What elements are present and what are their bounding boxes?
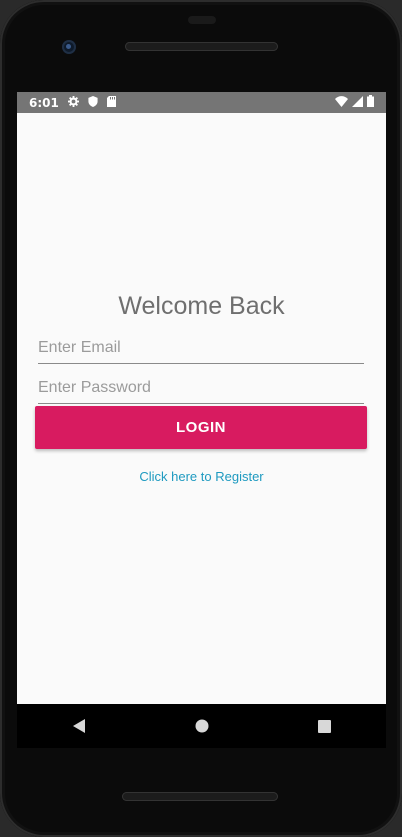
register-link[interactable]: Click here to Register xyxy=(17,469,386,484)
gear-icon xyxy=(67,95,79,110)
login-button[interactable]: LOGIN xyxy=(35,406,367,449)
earpiece-speaker xyxy=(125,42,278,51)
battery-icon xyxy=(367,95,374,110)
password-field[interactable] xyxy=(38,375,364,404)
status-time: 6:01 xyxy=(29,95,59,110)
email-field[interactable] xyxy=(38,335,364,364)
recents-icon[interactable] xyxy=(305,706,345,746)
sd-card-icon xyxy=(106,95,116,110)
front-camera xyxy=(62,40,76,54)
navigation-bar xyxy=(17,704,386,748)
back-icon[interactable] xyxy=(59,706,99,746)
home-icon[interactable] xyxy=(182,706,222,746)
page-title: Welcome Back xyxy=(118,292,285,320)
screen: 6:01 Welcome Back Enter Email LOGIN Clic… xyxy=(17,92,386,704)
signal-icon xyxy=(352,95,363,110)
wifi-icon xyxy=(335,95,348,110)
top-sensor-slot xyxy=(188,16,216,24)
bottom-speaker xyxy=(122,792,278,801)
shield-icon xyxy=(88,95,98,110)
phone-frame: 6:01 Welcome Back Enter Email LOGIN Clic… xyxy=(0,0,402,837)
status-bar: 6:01 xyxy=(17,92,386,113)
